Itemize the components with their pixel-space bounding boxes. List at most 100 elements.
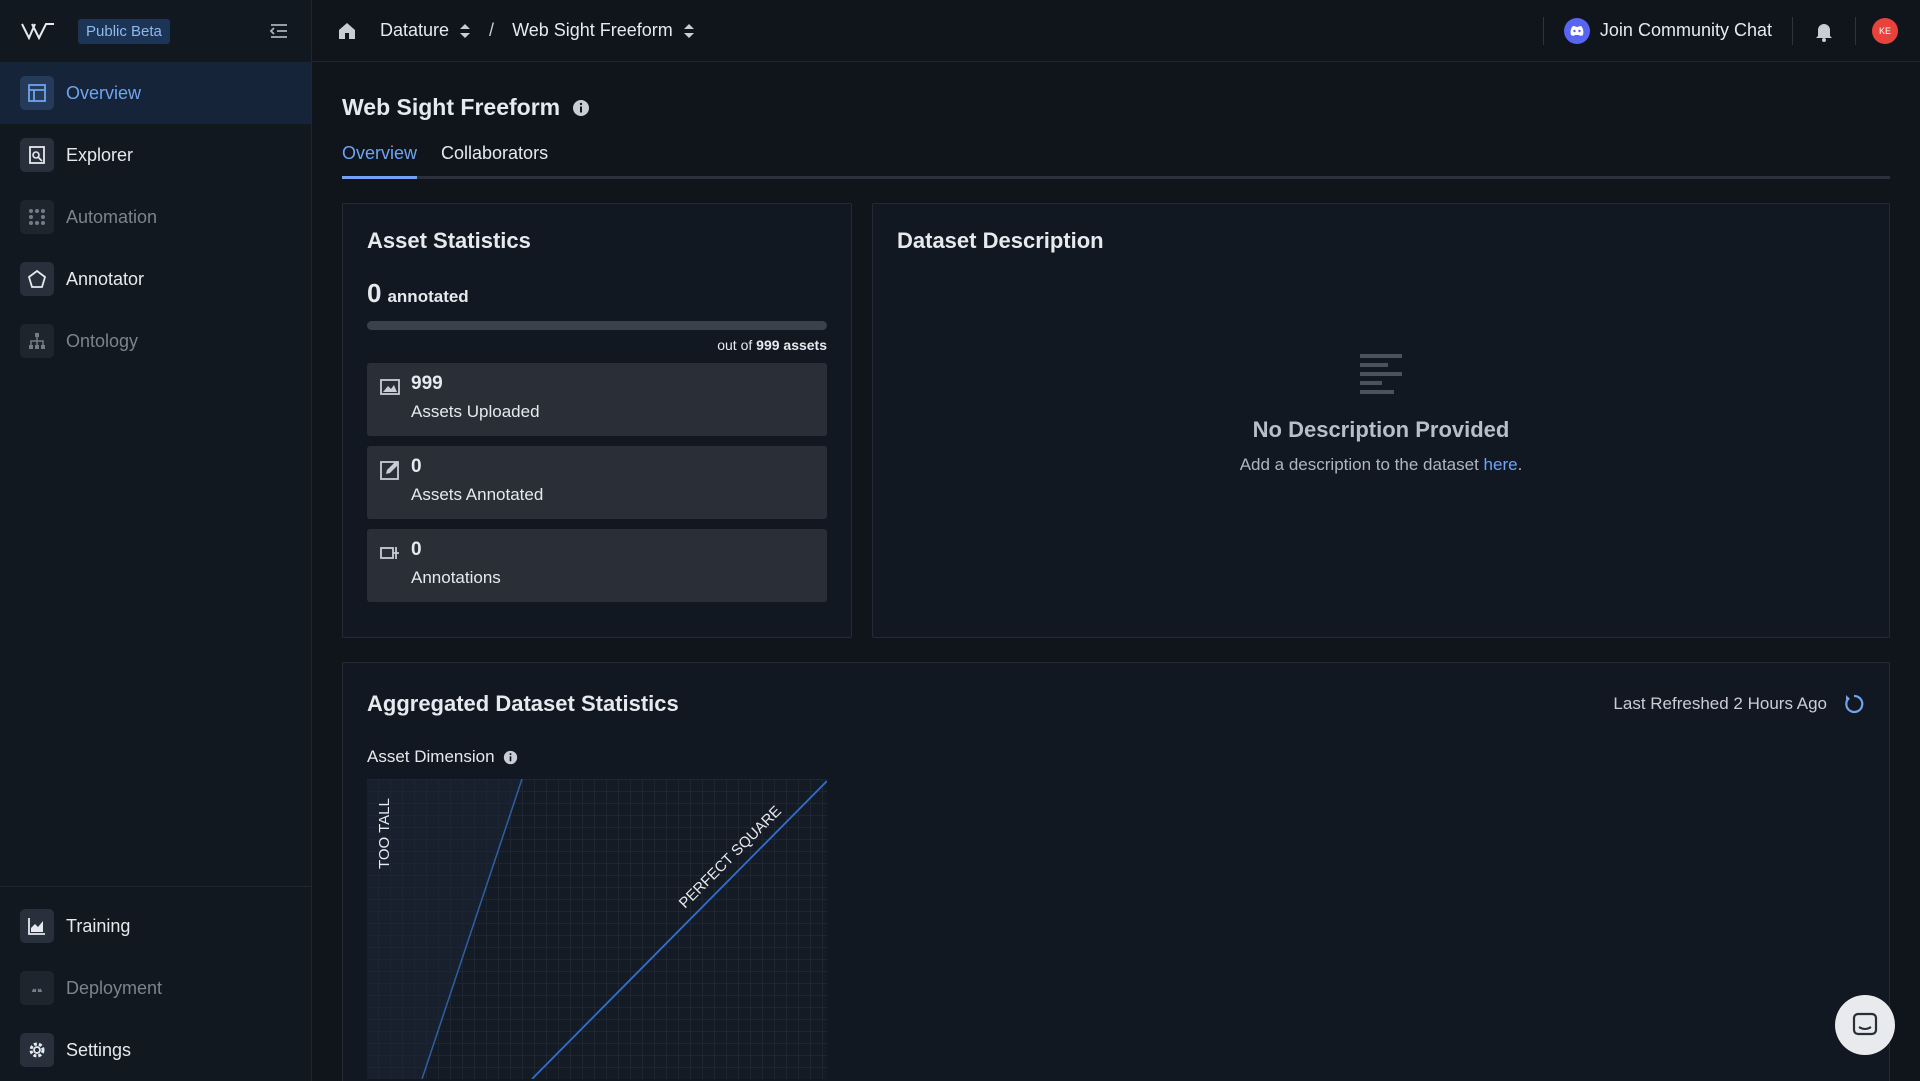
dataset-description-card: Dataset Description No Description Provi…	[872, 203, 1890, 638]
label-icon	[380, 547, 399, 559]
settings-icon	[20, 1033, 54, 1067]
stat-text: 0 Assets Annotated	[411, 456, 543, 509]
sidebar-item-automation[interactable]: Automation	[0, 186, 311, 248]
empty-description-title: No Description Provided	[1252, 417, 1510, 442]
stat-value: 999	[411, 373, 443, 394]
info-icon[interactable]	[503, 750, 518, 765]
page-title: Web Sight Freeform	[342, 94, 561, 120]
edit-icon	[380, 461, 399, 480]
main-content: Web Sight Freeform Overview Collaborator…	[342, 62, 1890, 1081]
ontology-icon	[20, 324, 54, 358]
asset-dimension-heading: Asset Dimension	[367, 747, 1865, 767]
deployment-icon	[20, 971, 54, 1005]
breadcrumb-organisation[interactable]: Datature	[380, 20, 471, 41]
explorer-icon	[20, 138, 54, 172]
empty-description-prompt: Add a description to the dataset	[1239, 455, 1484, 474]
tab-bar: Overview Collaborators	[342, 143, 1890, 179]
breadcrumb-project[interactable]: Web Sight Freeform	[512, 20, 695, 41]
asset-statistics-title: Asset Statistics	[367, 228, 531, 253]
annotated-label: annotated	[387, 287, 469, 306]
datature-logo-icon[interactable]	[20, 19, 56, 43]
notification-bell-icon[interactable]	[1813, 20, 1835, 42]
join-community-chat-button[interactable]: Join Community Chat	[1544, 17, 1792, 44]
discord-icon	[1563, 17, 1590, 44]
stat-text: 0 Annotations	[411, 539, 501, 592]
sidebar-item-settings[interactable]: Settings	[0, 1019, 311, 1081]
empty-description-text: Add a description to the dataset here.	[873, 455, 1889, 475]
plot-lines: TOO TALL PERFECT SQUARE	[367, 779, 827, 1079]
join-community-chat-label: Join Community Chat	[1599, 20, 1772, 40]
breadcrumb-separator: /	[489, 20, 495, 40]
asset-dimension-plot: TOO TALL PERFECT SQUARE	[367, 779, 827, 1079]
stat-assets-annotated: 0 Assets Annotated	[367, 446, 827, 519]
sidebar-item-label: Overview	[66, 82, 142, 103]
stat-value: 0	[411, 539, 422, 560]
sidebar-item-annotator[interactable]: Annotator	[0, 248, 311, 310]
top-bar-actions: Join Community Chat KE	[1542, 16, 1898, 45]
dataset-description-title: Dataset Description	[897, 228, 1104, 253]
user-avatar[interactable]: KE	[1872, 17, 1898, 44]
sidebar-item-label: Deployment	[66, 977, 163, 998]
asset-dimension-label: Asset Dimension	[367, 747, 495, 766]
sort-arrows-icon	[683, 23, 694, 38]
stat-value: 0	[411, 456, 422, 477]
sidebar-item-label: Settings	[66, 1039, 132, 1060]
asset-statistics-card: Asset Statistics 0 annotated out of 999 …	[342, 203, 852, 638]
breadcrumb-label: Datature	[380, 20, 450, 40]
breadcrumb-label: Web Sight Freeform	[512, 20, 673, 40]
annotated-summary: 0 annotated	[367, 278, 827, 309]
too-tall-label: TOO TALL	[376, 798, 393, 869]
sidebar-item-deployment[interactable]: Deployment	[0, 957, 311, 1019]
stat-annotations: 0 Annotations	[367, 529, 827, 602]
page-title-row: Web Sight Freeform	[342, 94, 1890, 121]
refresh-icon[interactable]	[1843, 693, 1865, 715]
sidebar-item-label: Training	[66, 915, 131, 936]
out-of-value: 999 assets	[756, 337, 827, 353]
sidebar-item-label: Annotator	[66, 268, 145, 289]
top-bar: Datature / Web Sight Freeform Join Commu…	[312, 0, 1920, 62]
stat-label: Annotations	[411, 568, 501, 587]
sidebar-bottom: Training Deployment Settings	[0, 886, 311, 1081]
automation-icon	[20, 200, 54, 234]
empty-description: No Description Provided Add a descriptio…	[873, 354, 1889, 475]
refresh-status: Last Refreshed 2 Hours Ago	[1613, 693, 1865, 715]
annotated-count: 0	[367, 278, 382, 308]
divider	[1792, 16, 1793, 45]
annotator-icon	[20, 262, 54, 296]
sidebar-item-training[interactable]: Training	[0, 895, 311, 957]
text-lines-icon	[1360, 354, 1402, 394]
info-icon[interactable]	[572, 99, 590, 117]
training-icon	[20, 909, 54, 943]
sidebar-item-explorer[interactable]: Explorer	[0, 124, 311, 186]
support-chat-button[interactable]	[1835, 995, 1895, 1055]
aggregated-statistics-card: Aggregated Dataset Statistics Last Refre…	[342, 662, 1890, 1081]
add-description-link[interactable]: here	[1484, 455, 1518, 474]
sentence-end: .	[1517, 455, 1523, 474]
sort-arrows-icon	[460, 23, 471, 38]
sidebar-item-label: Ontology	[66, 330, 139, 351]
sidebar-item-label: Explorer	[66, 144, 134, 165]
perfect-square-label: PERFECT SQUARE	[676, 803, 785, 912]
public-beta-badge: Public Beta	[78, 18, 170, 44]
stat-label: Assets Uploaded	[411, 402, 540, 421]
out-of-total: out of 999 assets	[367, 337, 827, 353]
tab-overview[interactable]: Overview	[342, 143, 418, 179]
last-refreshed-text: Last Refreshed 2 Hours Ago	[1613, 694, 1827, 713]
stat-label: Assets Annotated	[411, 485, 544, 504]
tab-collaborators[interactable]: Collaborators	[441, 143, 548, 176]
sidebar-header: Public Beta	[0, 0, 311, 62]
annotation-progress-bar	[367, 321, 827, 330]
collapse-sidebar-icon[interactable]	[267, 19, 291, 43]
sidebar: Public Beta Overview Explorer Automation…	[0, 0, 312, 1081]
aggregated-statistics-title: Aggregated Dataset Statistics	[367, 691, 679, 716]
overview-icon	[20, 76, 54, 110]
stat-text: 999 Assets Uploaded	[411, 373, 540, 426]
out-of-prefix: out of	[717, 337, 753, 353]
home-icon[interactable]	[336, 20, 358, 42]
sidebar-item-label: Automation	[66, 206, 158, 227]
sidebar-item-ontology[interactable]: Ontology	[0, 310, 311, 372]
aggregated-header: Aggregated Dataset Statistics Last Refre…	[367, 691, 1865, 717]
sidebar-item-overview[interactable]: Overview	[0, 62, 311, 124]
chat-bubble-icon	[1852, 1012, 1878, 1036]
divider	[1855, 16, 1856, 45]
